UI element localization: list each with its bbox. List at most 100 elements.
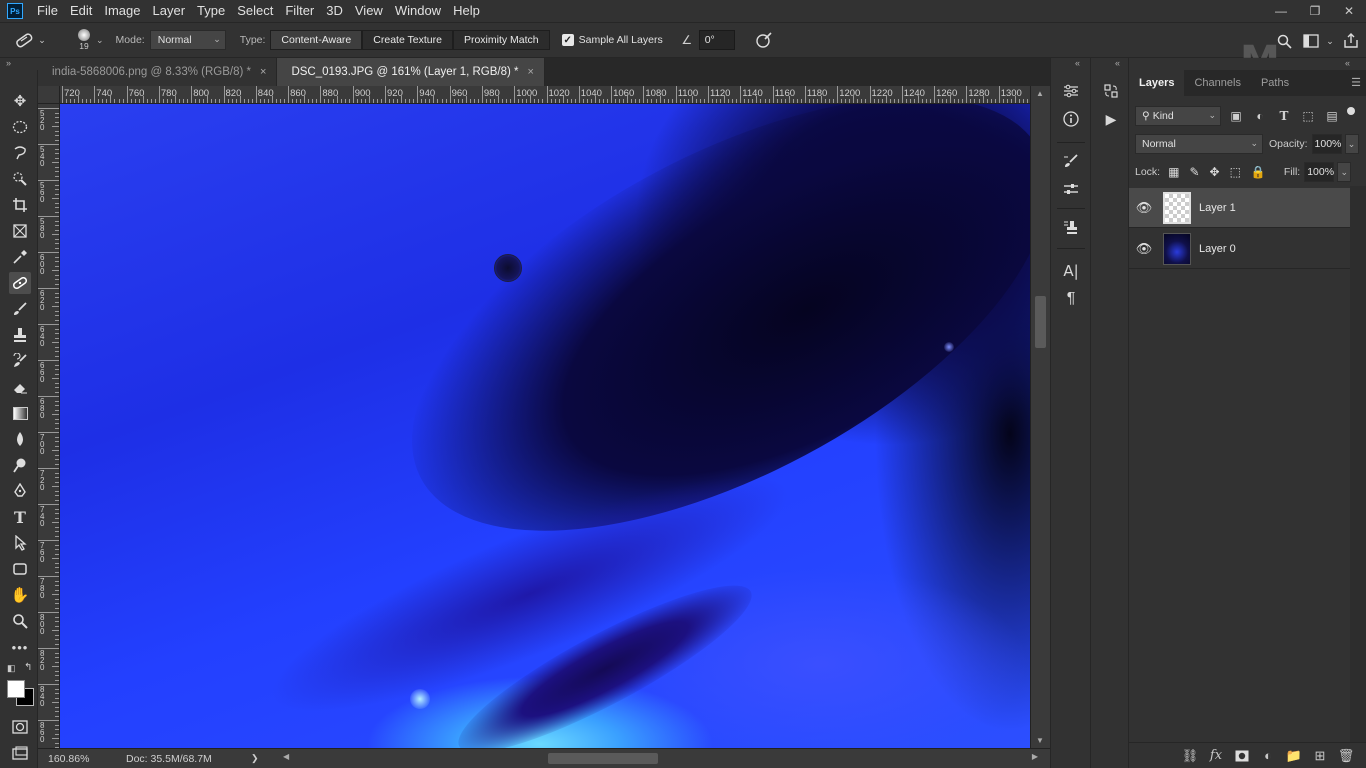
spot-healing-brush-preset-icon[interactable]: ⌄ [10,31,50,49]
move-tool-icon[interactable]: ✥ [9,90,31,112]
scroll-right-icon[interactable]: ▶ [1032,752,1038,761]
spot-healing-brush-tool-icon[interactable] [9,272,31,294]
frame-tool-icon[interactable] [9,220,31,242]
quick-selection-tool-icon[interactable] [9,168,31,190]
menu-window[interactable]: Window [389,0,447,22]
layer-name[interactable]: Layer 0 [1199,243,1236,255]
restore-button[interactable]: ❐ [1298,0,1332,22]
panel-menu-icon[interactable]: ☰ [1351,76,1361,89]
type-create-texture-button[interactable]: Create Texture [362,30,453,50]
status-menu-arrow-icon[interactable]: ❯ [251,753,259,764]
filter-smart-object-icon[interactable]: ▤ [1323,107,1341,125]
menu-3d[interactable]: 3D [320,0,349,22]
menu-select[interactable]: Select [231,0,279,22]
document-tab-active[interactable]: DSC_0193.JPG @ 161% (Layer 1, RGB/8) * × [277,58,545,86]
zoom-tool-icon[interactable] [9,610,31,632]
vertical-scrollbar[interactable]: ▲ ▼ [1030,86,1050,748]
menu-filter[interactable]: Filter [279,0,320,22]
horizontal-ruler[interactable]: 720 740 760 780 800 820 840 860 880 900 920 940 960 9… [60,86,1030,104]
layer-name[interactable]: Layer 1 [1199,202,1236,214]
lock-image-pixels-icon[interactable]: ✎ [1189,165,1199,179]
brush-tool-icon[interactable] [9,298,31,320]
scrollbar-thumb[interactable] [548,753,658,764]
lock-artboard-icon[interactable]: ⬚ [1230,165,1241,179]
tab-paths[interactable]: Paths [1251,70,1299,96]
type-proximity-match-button[interactable]: Proximity Match [452,30,550,50]
mode-select[interactable]: Normal ⌄ [149,30,226,50]
lasso-tool-icon[interactable] [9,142,31,164]
marquee-tool-icon[interactable] [9,116,31,138]
crop-tool-icon[interactable] [9,194,31,216]
history-brush-tool-icon[interactable] [9,350,31,372]
hand-tool-icon[interactable]: ✋ [9,584,31,606]
info-icon[interactable] [1060,108,1082,130]
new-layer-icon[interactable]: ⊞ [1307,746,1333,766]
ruler-origin[interactable] [38,86,60,104]
blend-mode-select[interactable]: Normal ⌄ [1135,134,1263,154]
layer-style-fx-icon[interactable]: fx [1203,746,1229,766]
menu-type[interactable]: Type [191,0,231,22]
lock-all-icon[interactable]: 🔒 [1251,165,1266,179]
type-tool-icon[interactable]: T [9,506,31,528]
menu-image[interactable]: Image [98,0,146,22]
lock-position-icon[interactable]: ✥ [1210,165,1220,179]
brush-picker-chevron-icon[interactable]: ⌄ [96,35,104,46]
menu-layer[interactable]: Layer [147,0,192,22]
close-tab-icon[interactable]: × [260,66,266,78]
zoom-level[interactable]: 160.86% [48,753,126,765]
sample-all-layers-checkbox[interactable]: ✓ [561,34,574,46]
eraser-tool-icon[interactable] [9,376,31,398]
character-panel-icon[interactable]: A| [1060,260,1082,282]
scroll-up-icon[interactable]: ▲ [1036,89,1044,98]
share-icon[interactable] [1336,33,1366,49]
lock-transparent-pixels-icon[interactable]: ▦ [1168,165,1179,179]
layer-row[interactable]: 👁 Layer 1 [1129,188,1350,228]
filter-toggle-icon[interactable] [1347,107,1355,115]
foreground-color-swatch[interactable] [7,680,25,698]
opacity-input[interactable]: 100% [1311,134,1342,154]
clone-stamp-tool-icon[interactable] [9,324,31,346]
menu-view[interactable]: View [349,0,389,22]
add-mask-icon[interactable] [1229,746,1255,766]
angle-input[interactable]: 0° [698,30,735,50]
brush-settings-icon[interactable] [1060,150,1082,172]
tab-layers[interactable]: Layers [1129,70,1185,96]
new-adjustment-layer-icon[interactable]: ◐ [1255,746,1281,766]
link-layers-icon[interactable]: ⛓ [1177,746,1203,766]
collapse-panel-icon[interactable]: « [1345,58,1350,70]
quick-mask-icon[interactable] [9,716,31,738]
default-colors-icon[interactable]: ◧ [7,663,16,674]
clone-source-icon[interactable] [1060,216,1082,238]
visibility-eye-icon[interactable]: 👁 [1129,200,1159,216]
document-tab[interactable]: india-5868006.png @ 8.33% (RGB/8) * × [38,58,278,86]
history-panel-icon[interactable] [1100,80,1122,102]
brush-presets-icon[interactable] [1060,178,1082,200]
vertical-ruler[interactable]: 520 540 560 580 600 620 640 660 680 700 720 740 760 7… [38,104,60,748]
filter-adjustment-icon[interactable]: ◐ [1251,107,1269,125]
actions-play-icon[interactable]: ▶ [1100,108,1122,130]
filter-type-icon[interactable]: T [1275,107,1293,125]
minimize-button[interactable]: — [1264,0,1298,22]
close-window-button[interactable]: ✕ [1332,0,1366,22]
collapse-dock-icon[interactable]: « [1115,58,1120,70]
kind-filter-select[interactable]: ⚲ Kind ⌄ [1135,106,1221,126]
close-tab-icon[interactable]: × [528,66,534,78]
adjustments-properties-icon[interactable] [1060,80,1082,102]
opacity-slider-chevron-icon[interactable]: ⌄ [1344,134,1359,154]
type-content-aware-button[interactable]: Content-Aware [270,30,363,50]
delete-layer-icon[interactable]: 🗑 [1333,746,1359,766]
filter-shape-icon[interactable]: ⬚ [1299,107,1317,125]
fill-slider-chevron-icon[interactable]: ⌄ [1337,162,1352,182]
more-tools-icon[interactable]: ••• [9,636,31,658]
pressure-size-icon[interactable] [749,31,779,49]
workspace-chevron-icon[interactable]: ⌄ [1324,36,1336,47]
menu-help[interactable]: Help [447,0,486,22]
document-canvas[interactable] [60,104,1030,748]
path-selection-tool-icon[interactable] [9,532,31,554]
new-group-icon[interactable]: 📁 [1281,746,1307,766]
swap-colors-icon[interactable]: ↰ [24,662,32,673]
blur-tool-icon[interactable] [9,428,31,450]
filter-pixel-icon[interactable]: ▣ [1227,107,1245,125]
layers-panel-scrollbar[interactable] [1350,186,1366,742]
horizontal-scrollbar[interactable]: ◀ ▶ [283,752,1038,765]
